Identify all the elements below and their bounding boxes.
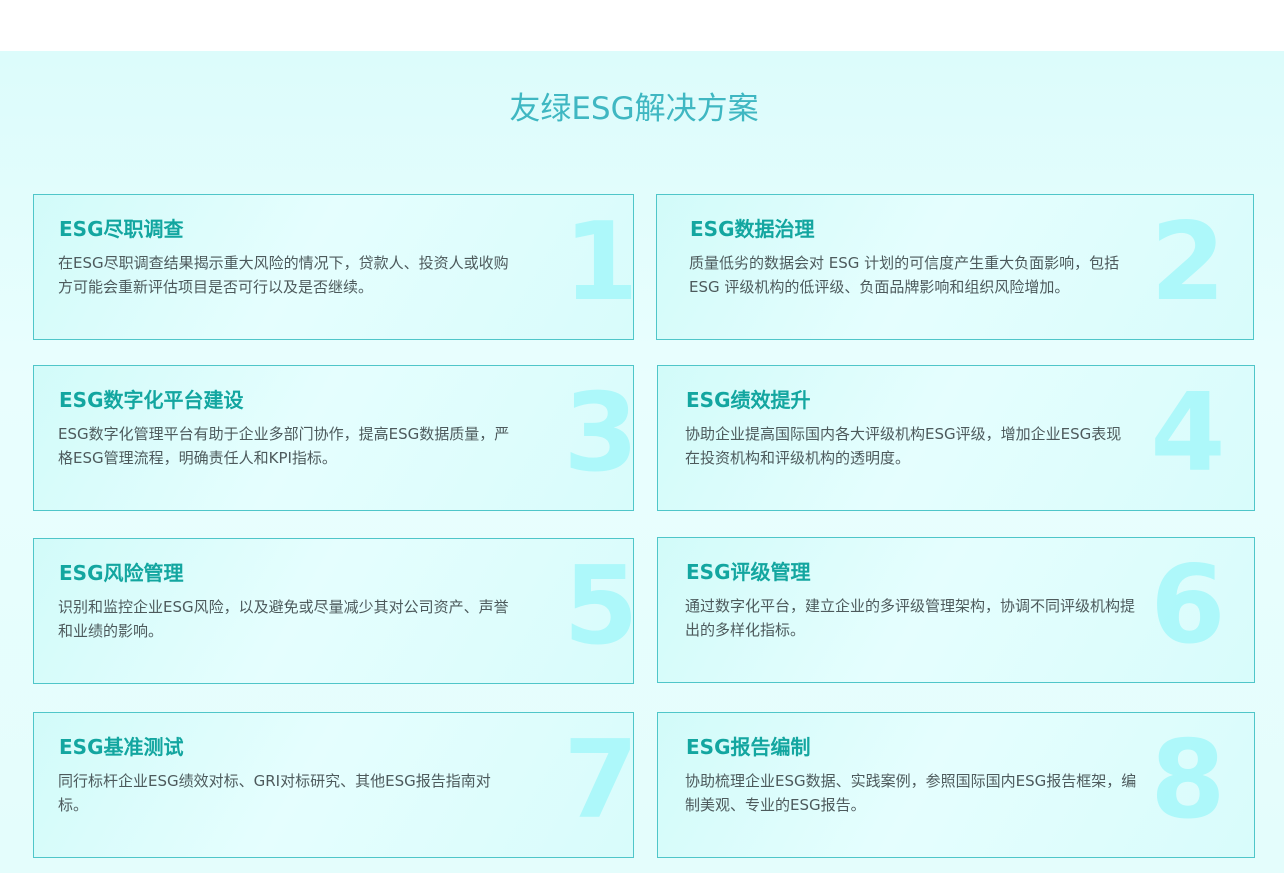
card-description: 协助梳理企业ESG数据、实践案例，参照国际国内ESG报告框架，编制美观、专业的E… xyxy=(685,772,1137,814)
card-title: ESG评级管理 xyxy=(686,560,811,584)
solution-card-report-writing[interactable]: 8 ESG报告编制 协助梳理企业ESG数据、实践案例，参照国际国内ESG报告框架… xyxy=(657,712,1255,858)
card-number: 4 xyxy=(1150,371,1226,496)
card-description: 识别和监控企业ESG风险，以及避免或尽量减少其对公司资产、声誉和业绩的影响。 xyxy=(58,598,509,640)
card-description: 质量低劣的数据会对 ESG 计划的可信度产生重大负面影响，包括 ESG 评级机构… xyxy=(689,254,1120,296)
top-bar xyxy=(0,0,1284,51)
card-title: ESG绩效提升 xyxy=(686,388,811,412)
solution-card-rating-management[interactable]: 6 ESG评级管理 通过数字化平台，建立企业的多评级管理架构，协调不同评级机构提… xyxy=(657,537,1255,683)
card-description: 同行标杆企业ESG绩效对标、GRI对标研究、其他ESG报告指南对标。 xyxy=(58,772,491,814)
card-number: 6 xyxy=(1150,543,1226,668)
card-number: 7 xyxy=(563,718,634,843)
card-number: 2 xyxy=(1150,200,1226,325)
section-title: 友绿ESG解决方案 xyxy=(509,91,759,127)
card-description: 通过数字化平台，建立企业的多评级管理架构，协调不同评级机构提出的多样化指标。 xyxy=(685,597,1136,639)
card-title: ESG报告编制 xyxy=(686,735,811,759)
card-title: ESG基准测试 xyxy=(59,735,184,759)
solution-card-due-diligence[interactable]: 1 ESG尽职调查 在ESG尽职调查结果揭示重大风险的情况下，贷款人、投资人或收… xyxy=(33,194,634,340)
card-number: 8 xyxy=(1150,718,1226,843)
card-number: 3 xyxy=(563,371,634,496)
card-title: ESG尽职调查 xyxy=(59,217,184,241)
card-title: ESG数字化平台建设 xyxy=(59,388,244,412)
card-number: 1 xyxy=(563,200,634,325)
card-number: 5 xyxy=(563,544,634,669)
card-description: ESG数字化管理平台有助于企业多部门协作，提高ESG数据质量，严格ESG管理流程… xyxy=(58,425,510,467)
card-description: 协助企业提高国际国内各大评级机构ESG评级，增加企业ESG表现在投资机构和评级机… xyxy=(685,425,1122,467)
solution-card-benchmarking[interactable]: 7 ESG基准测试 同行标杆企业ESG绩效对标、GRI对标研究、其他ESG报告指… xyxy=(33,712,634,858)
solution-card-performance[interactable]: 4 ESG绩效提升 协助企业提高国际国内各大评级机构ESG评级，增加企业ESG表… xyxy=(657,365,1255,511)
solution-card-data-governance[interactable]: 2 ESG数据治理 质量低劣的数据会对 ESG 计划的可信度产生重大负面影响，包… xyxy=(656,194,1254,340)
solution-card-digital-platform[interactable]: 3 ESG数字化平台建设 ESG数字化管理平台有助于企业多部门协作，提高ESG数… xyxy=(33,365,634,511)
solutions-section: 友绿ESG解决方案 1 ESG尽职调查 在ESG尽职调查结果揭示重大风险的情况下… xyxy=(0,51,1284,873)
card-title: ESG风险管理 xyxy=(59,561,184,585)
card-title: ESG数据治理 xyxy=(690,217,815,241)
solution-card-risk-management[interactable]: 5 ESG风险管理 识别和监控企业ESG风险，以及避免或尽量减少其对公司资产、声… xyxy=(33,538,634,684)
card-description: 在ESG尽职调查结果揭示重大风险的情况下，贷款人、投资人或收购方可能会重新评估项… xyxy=(58,254,509,296)
